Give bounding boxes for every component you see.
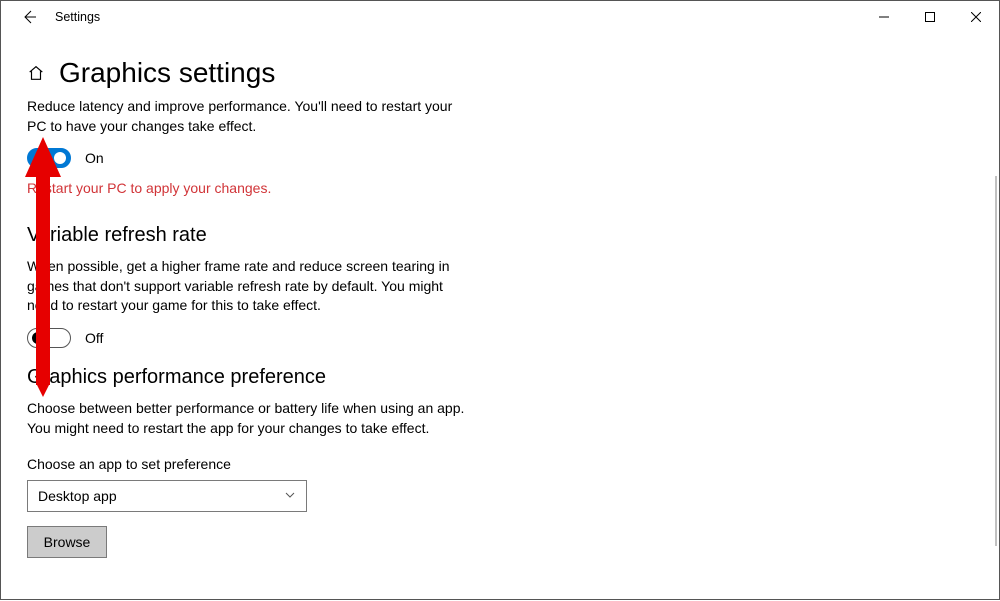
perf-pref-section-title: Graphics performance preference	[27, 366, 655, 389]
restart-warning: Restart your PC to apply your changes.	[27, 180, 655, 196]
content-area: Graphics settings Reduce latency and imp…	[1, 33, 681, 601]
vrr-toggle-label: Off	[85, 330, 103, 346]
intro-text: Reduce latency and improve performance. …	[27, 97, 457, 136]
page-title: Graphics settings	[59, 57, 275, 89]
chevron-down-icon	[284, 488, 296, 504]
maximize-icon	[925, 12, 935, 22]
back-button[interactable]	[9, 1, 49, 33]
vertical-scrollbar[interactable]	[995, 176, 997, 546]
perf-pref-description: Choose between better performance or bat…	[27, 399, 477, 438]
arrow-left-icon	[21, 9, 37, 25]
close-icon	[971, 12, 981, 22]
minimize-button[interactable]	[861, 1, 907, 33]
home-icon	[27, 64, 45, 82]
hw-scheduling-toggle[interactable]	[27, 148, 71, 168]
browse-button[interactable]: Browse	[27, 526, 107, 558]
browse-button-label: Browse	[44, 534, 91, 550]
toggle-knob-icon	[54, 152, 66, 164]
toggle-knob-icon	[32, 332, 44, 344]
window-titlebar: Settings	[1, 1, 999, 33]
maximize-button[interactable]	[907, 1, 953, 33]
app-type-select[interactable]: Desktop app	[27, 480, 307, 512]
window-title: Settings	[49, 10, 100, 24]
vrr-section-title: Variable refresh rate	[27, 224, 655, 247]
hw-scheduling-toggle-label: On	[85, 150, 104, 166]
home-button[interactable]	[27, 64, 45, 82]
app-type-select-value: Desktop app	[38, 488, 117, 504]
close-button[interactable]	[953, 1, 999, 33]
choose-app-label: Choose an app to set preference	[27, 456, 655, 472]
minimize-icon	[879, 12, 889, 22]
vrr-toggle[interactable]	[27, 328, 71, 348]
vrr-description: When possible, get a higher frame rate a…	[27, 257, 467, 316]
